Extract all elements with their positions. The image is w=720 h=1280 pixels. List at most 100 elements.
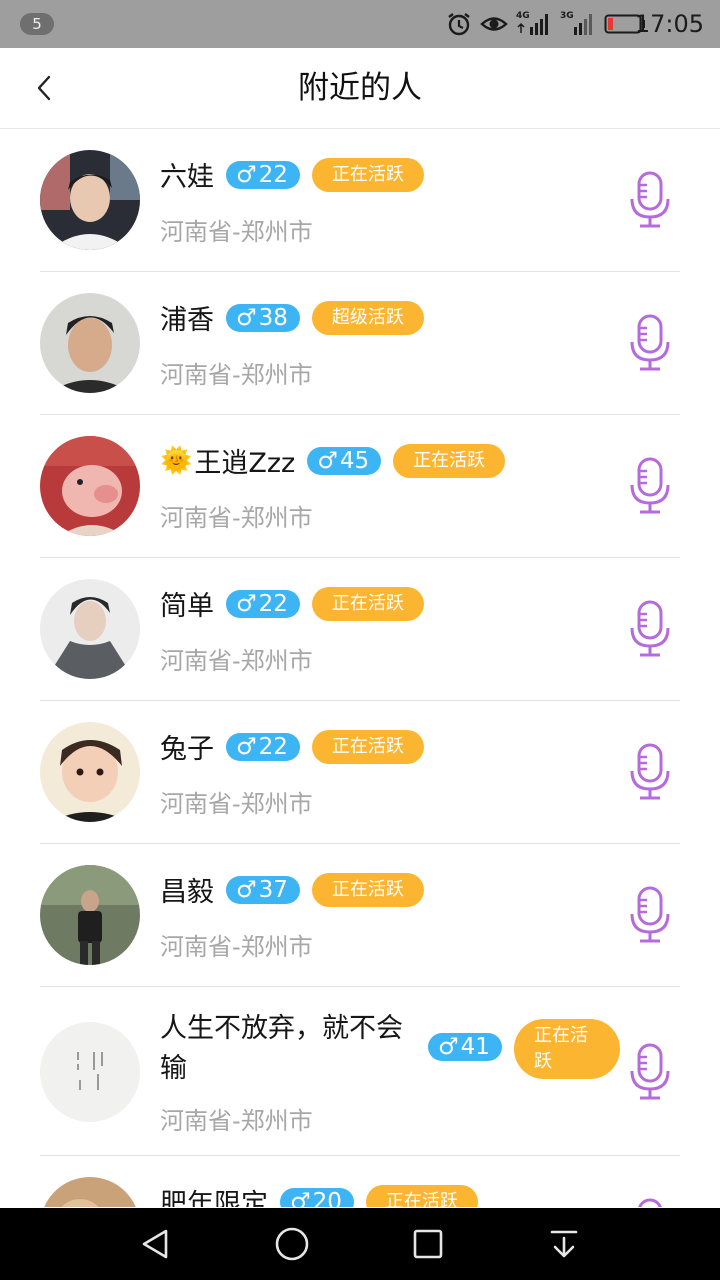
pull-down-icon [550,1230,578,1258]
nav-home-button[interactable] [268,1220,316,1268]
microphone-icon[interactable] [628,743,672,801]
gender-age-badge: ♂ 20 [280,1187,354,1208]
gender-age-badge: ♂ 41 [428,1033,502,1061]
list-item[interactable]: 人生不放弃，就不会输 ♂ 41 正在活跃 河南省-郑州市 [40,987,680,1156]
male-icon: ♂ [317,447,338,474]
nav-back-button[interactable] [131,1220,179,1268]
user-name-line: 兔子 ♂ 22 正在活跃 [160,727,424,766]
microphone-icon[interactable] [628,314,672,372]
status-bar: 5 4G 3G 17:05 [0,0,720,48]
page-title: 附近的人 [298,70,422,106]
sun-emoji-icon: 🌞 [160,445,193,476]
avatar[interactable] [40,1022,140,1122]
gender-age-badge: ♂ 37 [226,875,300,904]
microphone-icon[interactable] [628,171,672,229]
chevron-left-icon [37,75,51,101]
user-age: 45 [339,447,370,474]
notification-count-badge: 5 [20,13,54,35]
microphone-icon[interactable] [628,600,672,658]
nearby-people-list[interactable]: 六娃 ♂ 22 正在活跃 河南省-郑州市 浦香 ♂ 38 超级活跃 河南省-郑州… [0,129,720,1207]
list-item[interactable]: 兔子 ♂ 22 正在活跃 河南省-郑州市 [40,701,680,844]
user-age: 37 [258,876,288,903]
microphone-icon[interactable] [628,457,672,515]
male-icon: ♂ [236,161,257,188]
user-location: 河南省-郑州市 [160,933,313,961]
male-icon: ♂ [236,304,257,331]
avatar[interactable] [40,579,140,679]
user-location: 河南省-郑州市 [160,361,313,389]
user-location: 河南省-郑州市 [160,790,313,818]
user-name: 浦香 [160,305,214,336]
avatar[interactable] [40,722,140,822]
activity-status-badge: 正在活跃 [311,729,424,764]
user-name: 兔子 [160,734,214,765]
activity-status-badge: 正在活跃 [393,443,506,478]
user-name: 简单 [160,591,214,622]
user-location: 河南省-郑州市 [160,218,313,246]
gender-age-badge: ♂ 22 [226,160,300,189]
user-age: 20 [312,1188,342,1208]
signal-4g-icon: 4G [516,11,552,37]
eye-icon [480,17,508,31]
user-age: 22 [258,733,288,760]
back-button[interactable] [20,64,68,112]
avatar[interactable] [40,1177,140,1207]
gender-age-badge: ♂ 22 [226,589,300,618]
list-item[interactable]: 浦香 ♂ 38 超级活跃 河南省-郑州市 [40,272,680,415]
clock-time: 17:05 [634,10,704,38]
gender-age-badge: ♂ 38 [226,303,300,332]
gender-age-badge: ♂ 22 [226,732,300,761]
male-icon: ♂ [290,1188,311,1208]
microphone-icon[interactable] [628,886,672,944]
male-icon: ♂ [236,876,257,903]
user-location: 河南省-郑州市 [160,647,313,675]
user-name-line: 昌毅 ♂ 37 正在活跃 [160,870,424,909]
activity-status-badge: 正在活跃 [365,1184,478,1207]
microphone-icon[interactable] [628,1198,672,1207]
alarm-icon [448,13,470,36]
nav-notification-pull-button[interactable] [540,1220,588,1268]
activity-status-badge: 超级活跃 [311,300,424,335]
user-name: 人生不放弃，就不会输 [160,1013,403,1084]
user-location: 河南省-郑州市 [160,504,313,532]
male-icon: ♂ [236,590,257,617]
user-name-line: 肥年限定 ♂ 20 正在活跃 [160,1182,478,1207]
list-item[interactable]: 简单 ♂ 22 正在活跃 河南省-郑州市 [40,558,680,701]
user-name-line: 六娃 ♂ 22 正在活跃 [160,155,424,194]
circle-home-icon [275,1227,309,1261]
user-name-line: 简单 ♂ 22 正在活跃 [160,584,424,623]
gender-age-badge: ♂ 45 [307,446,382,475]
triangle-back-icon [142,1229,168,1259]
status-icons: 4G 3G [446,10,646,38]
signal-3g-icon: 3G [560,11,596,37]
user-age: 22 [258,590,288,617]
avatar[interactable] [40,293,140,393]
list-item[interactable]: 六娃 ♂ 22 正在活跃 河南省-郑州市 [40,129,680,272]
avatar[interactable] [40,150,140,250]
activity-status-badge: 正在活跃 [514,1019,620,1079]
user-age: 41 [460,1034,490,1060]
nav-recents-button[interactable] [404,1220,452,1268]
user-name-line: 🌞 王逍Zzz ♂ 45 正在活跃 [160,441,506,480]
avatar[interactable] [40,436,140,536]
user-name-line: 浦香 ♂ 38 超级活跃 [160,298,424,337]
user-name: 昌毅 [160,877,214,908]
activity-status-badge: 正在活跃 [311,586,424,621]
user-name: 肥年限定 [160,1189,268,1207]
male-icon: ♂ [236,733,257,760]
male-icon: ♂ [438,1034,459,1060]
user-age: 22 [258,161,288,188]
list-item[interactable]: 肥年限定 ♂ 20 正在活跃 [40,1156,680,1207]
microphone-icon[interactable] [628,1043,672,1101]
user-location: 河南省-郑州市 [160,1107,313,1135]
title-bar: 附近的人 [0,48,720,129]
user-name: 六娃 [160,162,214,193]
square-recents-icon [413,1229,443,1259]
system-navigation-bar [0,1208,720,1280]
list-item[interactable]: 昌毅 ♂ 37 正在活跃 河南省-郑州市 [40,844,680,987]
activity-status-badge: 正在活跃 [311,157,424,192]
user-age: 38 [258,304,288,331]
user-name: 王逍Zzz [194,448,296,479]
list-item[interactable]: 🌞 王逍Zzz ♂ 45 正在活跃 河南省-郑州市 [40,415,680,558]
avatar[interactable] [40,865,140,965]
